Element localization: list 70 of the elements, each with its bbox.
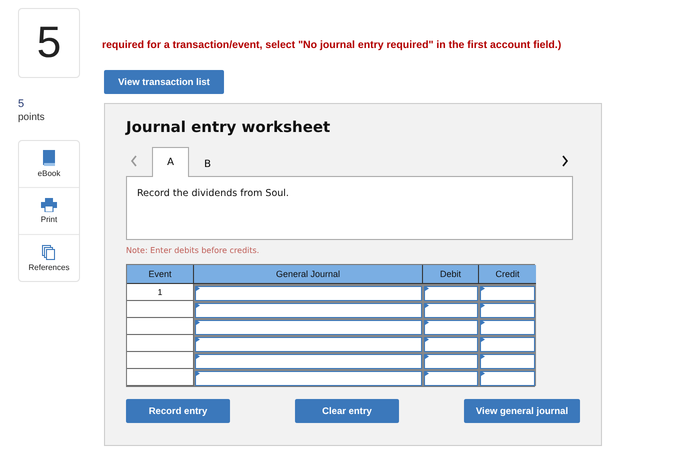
column-header: Event <box>127 265 194 284</box>
entry-field[interactable] <box>479 335 536 352</box>
triangle-icon <box>425 320 429 325</box>
event-cell <box>127 318 194 335</box>
event-cell <box>127 352 194 369</box>
column-header: Debit <box>423 265 479 284</box>
printer-icon <box>41 198 57 212</box>
action-button[interactable]: Record entry <box>126 399 230 423</box>
description-text: Record the dividends from Soul. <box>137 188 289 199</box>
triangle-icon <box>196 320 200 325</box>
entry-field[interactable] <box>194 352 423 369</box>
entry-field[interactable] <box>423 318 479 335</box>
action-button[interactable]: Clear entry <box>295 399 399 423</box>
worksheet-title: Journal entry worksheet <box>126 118 332 136</box>
worksheet-tab[interactable]: A <box>152 147 189 177</box>
event-cell: 1 <box>127 284 194 301</box>
column-header: Credit <box>479 265 536 284</box>
entry-field[interactable] <box>423 352 479 369</box>
column-header: General Journal <box>194 265 423 284</box>
triangle-icon <box>481 286 485 291</box>
entry-field[interactable] <box>423 369 479 386</box>
entry-field[interactable] <box>194 369 423 386</box>
tool-item[interactable]: Print <box>19 187 79 234</box>
triangle-icon <box>481 320 485 325</box>
chevron-left-icon[interactable] <box>130 155 138 167</box>
points-value: 5 <box>18 98 26 111</box>
entry-field[interactable] <box>194 335 423 352</box>
event-cell <box>127 301 194 318</box>
entry-field[interactable] <box>479 369 536 386</box>
entry-field[interactable] <box>194 301 423 318</box>
entry-field[interactable] <box>423 335 479 352</box>
entry-field[interactable] <box>479 352 536 369</box>
triangle-icon <box>425 371 429 376</box>
tool-label: References <box>28 262 70 272</box>
question-number: 5 <box>18 8 80 78</box>
triangle-icon <box>481 337 485 342</box>
view-transaction-list-button[interactable]: View transaction list <box>104 70 224 94</box>
note-text: Note: Enter debits before credits. <box>126 246 260 255</box>
pages-icon <box>42 244 56 260</box>
tool-item[interactable]: References <box>19 234 79 281</box>
points-label: points <box>18 112 45 123</box>
entry-field[interactable] <box>423 284 479 301</box>
chevron-right-icon[interactable] <box>561 155 569 167</box>
triangle-icon <box>196 371 200 376</box>
triangle-icon <box>425 303 429 308</box>
entry-field[interactable] <box>423 301 479 318</box>
worksheet-tab[interactable]: B <box>189 151 226 177</box>
entry-field[interactable] <box>194 318 423 335</box>
triangle-icon <box>425 354 429 359</box>
event-cell <box>127 335 194 352</box>
entry-field[interactable] <box>479 284 536 301</box>
triangle-icon <box>196 286 200 291</box>
entry-field[interactable] <box>479 318 536 335</box>
triangle-icon <box>425 337 429 342</box>
action-button[interactable]: View general journal <box>464 399 580 423</box>
tool-label: Print <box>40 215 58 224</box>
event-cell <box>127 369 194 386</box>
entry-field[interactable] <box>479 301 536 318</box>
tool-item[interactable]: eBook <box>19 141 79 187</box>
triangle-icon <box>196 354 200 359</box>
triangle-icon <box>481 303 485 308</box>
triangle-icon <box>425 286 429 291</box>
book-icon <box>42 150 56 166</box>
entry-field[interactable] <box>194 284 423 301</box>
instruction-text: required for a transaction/event, select "No journal entry required" in the first account field.) <box>102 39 562 51</box>
triangle-icon <box>196 303 200 308</box>
tool-label: eBook <box>38 169 60 178</box>
triangle-icon <box>196 337 200 342</box>
triangle-icon <box>481 354 485 359</box>
triangle-icon <box>481 371 485 376</box>
